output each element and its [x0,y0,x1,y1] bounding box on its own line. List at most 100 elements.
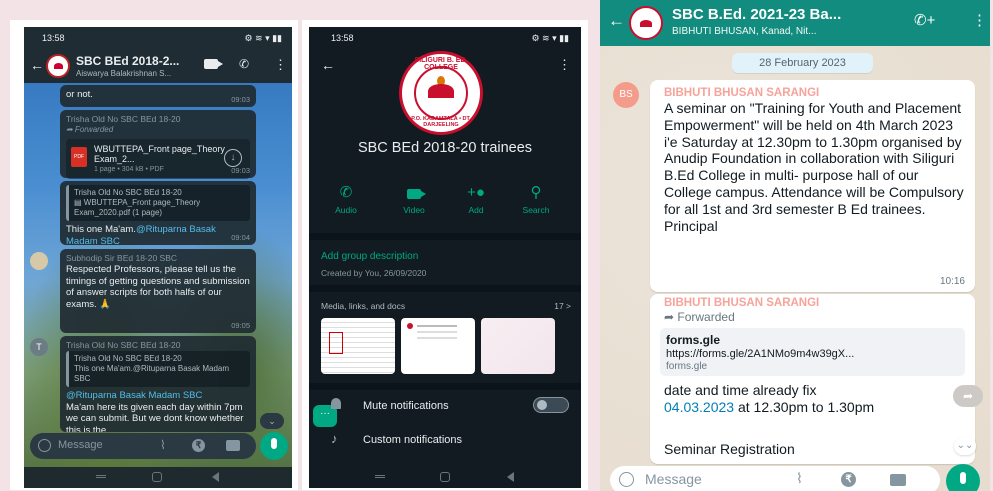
search-button[interactable]: ⚲ Search [511,183,561,215]
forwarded-label: ➦ Forwarded [66,124,114,134]
media-thumbnail[interactable] [401,318,475,374]
back-arrow-icon[interactable]: ← [608,11,625,31]
recents-icon[interactable] [96,475,106,478]
phone-group-info-screen: 13:58 ⚙ ≋ ▾ ▮▮ ← ⋮ SILIGURI B. ED. COLLE… [309,27,581,488]
camera-icon[interactable] [226,440,240,451]
message-input[interactable]: Message [58,439,103,451]
emoji-icon[interactable] [38,439,51,452]
emoji-icon[interactable] [619,472,634,487]
payment-icon[interactable]: ₹ [841,472,856,487]
quoted-sender: Trisha Old No SBC BEd 18-20 [74,188,182,197]
sender-avatar[interactable]: T [30,338,48,356]
message-bubble[interactable]: or not. 09:03 [60,85,256,107]
message-text-wrap: This one Ma'am.@Rituparna Basak Madam SB… [66,224,250,248]
back-arrow-icon[interactable]: ← [30,57,44,73]
link-domain: forms.gle [666,361,708,372]
chat-title[interactable]: SBC BEd 2018-2... [76,54,179,68]
video-call-icon [389,183,439,205]
chat-subtitle[interactable]: Aiswarya Balakrishnan S... [76,69,171,78]
mic-button[interactable] [946,464,980,491]
message-sender[interactable]: BIBHUTI BHUSAN SARANGI [664,87,819,99]
attach-icon[interactable]: ⌇ [160,438,166,452]
custom-label: Custom notifications [363,434,463,446]
link-preview-card[interactable]: forms.gle https://forms.gle/2A1NMo9m4w39… [660,328,965,376]
message-text-c: Seminar Registration [664,441,795,457]
menu-dots-icon[interactable]: ⋮ [972,11,987,29]
group-logo[interactable]: SILIGURI B. ED. COLLEGE P.O. KADAMTALA •… [399,51,483,135]
message-bubble-reply[interactable]: Trisha Old No SBC BEd 18-20 Trisha Old N… [60,336,256,432]
media-header[interactable]: Media, links, and docs [321,301,405,311]
message-bubble-reply[interactable]: Trisha Old No SBC BEd 18-20 ▤ WBUTTEPA_F… [60,181,256,248]
date-chip: 28 February 2023 [732,53,873,73]
back-nav-icon[interactable] [507,472,514,482]
message-bubble-pdf[interactable]: Trisha Old No SBC BEd 18-20 ➦ Forwarded … [60,110,256,179]
message-bubble-forwarded[interactable]: BIBHUTI BHUSAN SARANGI ➦ Forwarded forms… [650,294,975,464]
add-button[interactable]: +● Add [451,183,501,215]
chat-header: ← SBC BEd 2018-2... Aiswarya Balakrishna… [24,49,292,83]
audio-button[interactable]: ✆ Audio [321,183,371,215]
message-text: Respected Professors, please tell us the… [66,263,250,311]
pdf-icon: PDF [71,146,87,167]
mute-notifications-row[interactable]: Mute notifications [309,393,581,421]
group-avatar[interactable] [629,6,663,40]
back-arrow-icon[interactable]: ← [321,57,335,73]
pdf-attachment[interactable]: PDF WBUTTEPA_Front page_Theory Exam_2...… [66,138,250,179]
phone-call-icon[interactable]: ✆ [239,57,249,71]
message-bubble[interactable]: Subhodip Sir BEd 18-20 SBC Respected Pro… [60,249,256,333]
sender-avatar[interactable] [30,252,48,270]
back-nav-icon[interactable] [212,472,219,482]
video-call-icon[interactable] [204,59,223,69]
music-note-icon: ♪ [331,431,338,446]
mention-link[interactable]: @Rituparna Basak Madam SBC [66,390,250,402]
quoted-message[interactable]: Trisha Old No SBC BEd 18-20 ▤ WBUTTEPA_F… [66,185,250,221]
message-sender[interactable]: BIBHUTI BHUSAN SARANGI [664,297,819,309]
scroll-down-icon[interactable]: ⌄ [260,413,284,429]
menu-dots-icon[interactable]: ⋮ [558,57,571,73]
search-label: Search [522,205,550,215]
android-nav-bar [309,467,581,488]
status-icons: ⚙ ≋ ▾ ▮▮ [244,33,282,43]
link-title: forms.gle [666,333,721,347]
created-by-text: Created by You, 26/09/2020 [321,268,427,278]
mic-button[interactable] [260,432,288,460]
recents-icon[interactable] [375,475,385,478]
custom-notifications-row[interactable]: ♪ Custom notifications [309,427,581,453]
section-divider [309,383,581,390]
group-avatar[interactable] [46,54,70,78]
download-icon[interactable]: ↓ [224,148,242,167]
media-thumbnail[interactable] [321,318,395,374]
message-input[interactable]: Message [645,471,702,487]
status-icons: ⚙ ≋ ▾ ▮▮ [531,33,569,43]
video-button[interactable]: Video [389,183,439,215]
media-count[interactable]: 17 > [554,301,571,311]
payment-icon[interactable]: ₹ [192,439,205,452]
add-description-link[interactable]: Add group description [321,251,418,262]
message-text-b: at 12.30pm to 1.30pm [737,398,875,415]
add-call-icon[interactable]: ✆+ [914,11,935,29]
message-composer[interactable]: Message ⌇ ₹ [610,466,940,491]
sender-avatar[interactable]: BS [613,82,639,108]
link-url[interactable]: https://forms.gle/2A1NMo9m4w39gX... [666,348,854,360]
quoted-message[interactable]: Trisha Old No SBC BEd 18-20 This one Ma'… [66,350,250,387]
media-thumbnail[interactable] [481,318,555,374]
action-row: ✆ Audio Video +● Add ⚲ Search [309,183,581,223]
menu-dots-icon[interactable]: ⋮ [274,57,287,73]
message-composer[interactable]: Message ⌇ ₹ [30,433,256,459]
home-icon[interactable] [152,472,162,482]
status-time: 13:58 [42,33,65,43]
message-signature: Principal [664,217,718,234]
message-bubble[interactable]: BIBHUTI BHUSAN SARANGI A seminar on "Tra… [650,80,975,292]
group-title[interactable]: SBC BEd 2018-20 trainees [309,140,581,156]
attach-icon[interactable]: ⌇ [796,470,803,487]
chat-subtitle[interactable]: BIBHUTI BHUSAN, Kanad, Nit... [672,26,817,37]
file-meta: 1 page • 304 kB • PDF [94,165,164,173]
scroll-down-icon[interactable]: ⌄⌄ [954,437,976,455]
home-icon[interactable] [440,472,450,482]
chat-title[interactable]: SBC B.Ed. 2021-23 Ba... [672,6,841,23]
date-link[interactable]: 04.03.2023 [664,399,734,415]
camera-icon[interactable] [890,474,906,486]
message-time: 09:03 [231,94,250,104]
mute-toggle[interactable] [533,397,569,413]
forward-share-icon[interactable]: ➦ [953,385,983,407]
message-text-a: date and time already fix [664,382,817,398]
